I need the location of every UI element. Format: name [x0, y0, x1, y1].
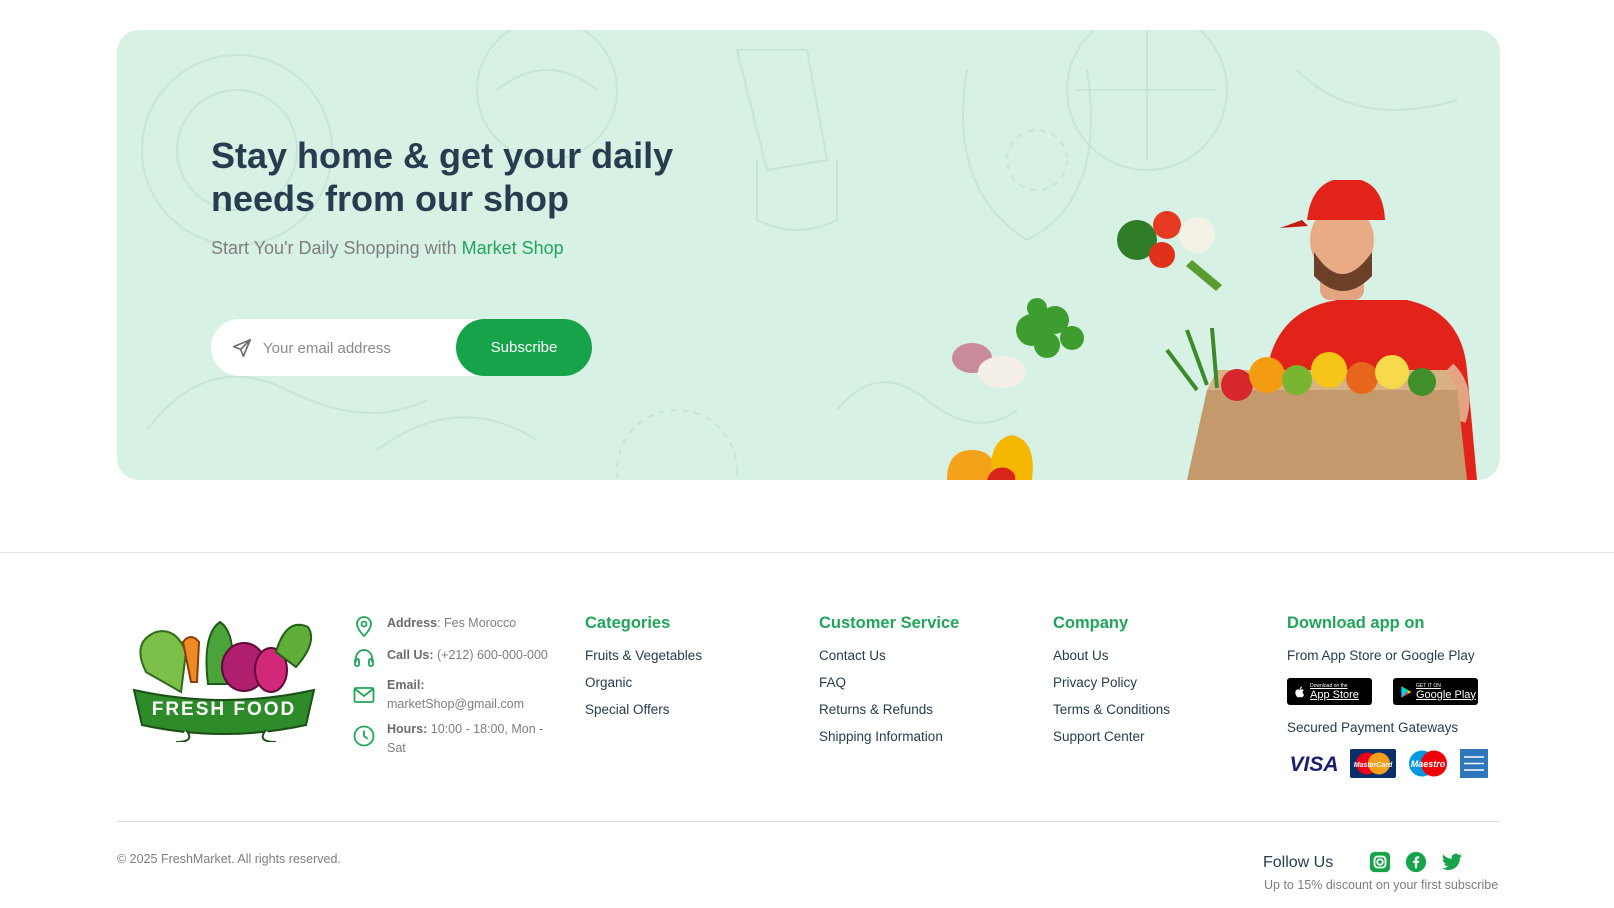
banner-brand-name: Market Shop: [461, 238, 564, 258]
link-privacy-policy[interactable]: Privacy Policy: [1053, 669, 1170, 696]
google-play-badge[interactable]: GET IT ON Google Play: [1393, 678, 1478, 705]
clock-icon: [353, 725, 375, 747]
mail-icon: [353, 687, 375, 703]
link-support-center[interactable]: Support Center: [1053, 723, 1170, 750]
subscribe-form: Subscribe: [211, 319, 592, 376]
american-express-icon: [1460, 749, 1488, 778]
categories-heading: Categories: [585, 614, 671, 632]
contact-hours: Hours: 10:00 - 18:00, Mon - Sat: [352, 720, 562, 758]
contact-phone: Call Us: (+212) 600-000-000: [352, 646, 562, 667]
discount-text: Up to 15% discount on your first subscri…: [1264, 878, 1499, 892]
customer-service-column: Customer Service Contact Us FAQ Returns …: [819, 614, 959, 750]
link-returns-refunds[interactable]: Returns & Refunds: [819, 696, 959, 723]
footer-divider: [0, 552, 1614, 553]
visa-logo-text: VISA: [1289, 753, 1338, 776]
app-store-big-text: App Store: [1310, 688, 1359, 701]
call-value: (+212) 600-000-000: [433, 648, 548, 662]
send-icon: [232, 338, 252, 358]
payment-logos: VISA MasterCard Maestro: [1287, 749, 1507, 778]
visa-icon: VISA: [1289, 753, 1338, 776]
instagram-icon[interactable]: [1369, 851, 1391, 873]
twitter-icon[interactable]: [1441, 851, 1463, 873]
address-label: Address: [387, 616, 438, 630]
customer-service-heading: Customer Service: [819, 614, 960, 632]
banner-subtitle: Start You'r Daily Shopping with Market S…: [211, 238, 564, 259]
link-organic[interactable]: Organic: [585, 669, 702, 696]
maestro-logo-text: Maestro: [1411, 759, 1446, 769]
categories-column: Categories Fruits & Vegetables Organic S…: [585, 614, 702, 723]
call-label: Call Us:: [387, 648, 434, 662]
email-value: marketShop@gmail.com: [387, 697, 525, 711]
newsletter-banner: Stay home & get your daily needs from ou…: [117, 30, 1500, 480]
banner-subtitle-text: Start You'r Daily Shopping with: [211, 238, 462, 258]
maestro-icon: Maestro: [1409, 750, 1447, 777]
link-special-offers[interactable]: Special Offers: [585, 696, 702, 723]
app-store-badge[interactable]: Download on the App Store: [1287, 678, 1372, 705]
mastercard-icon: MasterCard: [1350, 749, 1396, 778]
delivery-man-illustration: [947, 180, 1477, 480]
contact-address: Address: Fes Morocco: [352, 614, 562, 638]
footer-bottom-divider: [117, 821, 1500, 822]
apple-icon: [1295, 686, 1305, 697]
banner-title: Stay home & get your daily needs from ou…: [211, 135, 674, 219]
fresh-food-logo: FRESH FOOD: [132, 620, 316, 742]
contact-email: Email: marketShop@gmail.com: [352, 676, 562, 714]
subscribe-button[interactable]: Subscribe: [456, 319, 592, 376]
link-contact-us[interactable]: Contact Us: [819, 642, 959, 669]
link-terms-conditions[interactable]: Terms & Conditions: [1053, 696, 1170, 723]
company-heading: Company: [1053, 614, 1129, 632]
google-play-icon: [1401, 685, 1412, 698]
mastercard-logo-text: MasterCard: [1354, 762, 1393, 769]
link-faq[interactable]: FAQ: [819, 669, 959, 696]
facebook-icon[interactable]: [1405, 851, 1427, 873]
hours-label: Hours:: [387, 722, 428, 736]
payment-gateways-text: Secured Payment Gateways: [1287, 720, 1459, 735]
link-shipping-information[interactable]: Shipping Information: [819, 723, 959, 750]
app-store-text: From App Store or Google Play: [1287, 648, 1475, 663]
email-label: Email:: [387, 678, 425, 692]
download-app-column: Download app on From App Store or Google…: [1287, 614, 1507, 778]
email-input[interactable]: [263, 333, 443, 363]
copyright-text: © 2025 FreshMarket. All rights reserved.: [117, 852, 341, 866]
company-column: Company About Us Privacy Policy Terms & …: [1053, 614, 1170, 750]
follow-us-label: Follow Us: [1263, 854, 1334, 871]
google-play-big-text: Google Play: [1416, 688, 1476, 701]
address-value: : Fes Morocco: [437, 616, 517, 630]
location-pin-icon: [356, 616, 372, 638]
link-about-us[interactable]: About Us: [1053, 642, 1170, 669]
link-fruits-vegetables[interactable]: Fruits & Vegetables: [585, 642, 702, 669]
logo-text: FRESH FOOD: [152, 699, 297, 720]
headset-icon: [354, 649, 374, 667]
download-app-heading: Download app on: [1287, 614, 1425, 632]
